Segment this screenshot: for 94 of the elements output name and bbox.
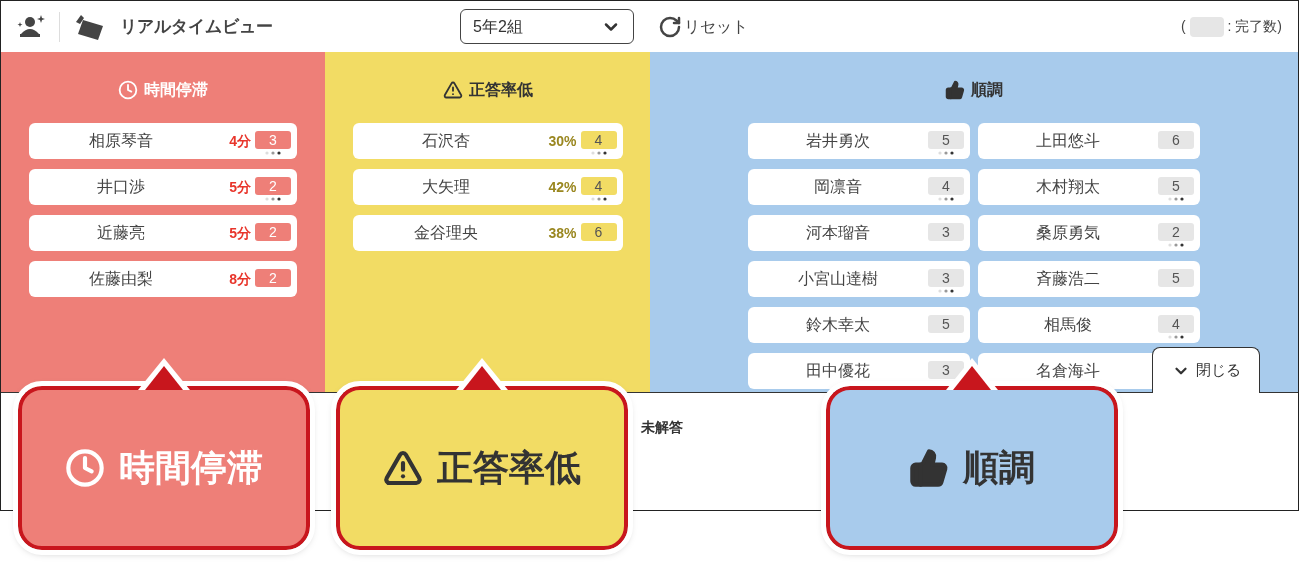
student-name: 大矢理 — [420, 177, 471, 197]
student-name: 上田悠斗 — [1035, 131, 1101, 151]
completed-count: 3 — [928, 361, 964, 379]
student-card[interactable]: 大矢理 42% 4 — [352, 169, 623, 205]
progress-dots-icon — [938, 197, 954, 201]
student-name: 井口渉 — [96, 177, 146, 197]
progress-dots-icon — [265, 151, 281, 155]
stall-metric: 5分 — [228, 224, 252, 243]
progress-dots-icon — [265, 197, 281, 201]
student-card[interactable]: 岡凛音 4 — [748, 169, 970, 205]
stall-metric: 30% — [547, 132, 578, 151]
progress-dots-icon — [938, 289, 954, 293]
stall-metric: 5分 — [228, 178, 252, 197]
completed-count: 2 — [1158, 223, 1194, 241]
completed-count: 6 — [1158, 131, 1194, 149]
completed-count: 3 — [255, 131, 291, 149]
thumbs-up-icon — [945, 80, 965, 100]
stall-metric: 42% — [547, 178, 578, 197]
unanswered-label: 未解答 — [641, 419, 683, 435]
student-name: 石沢杏 — [420, 131, 471, 151]
student-card[interactable]: 相馬俊 4 — [978, 307, 1200, 343]
reset-button[interactable]: リセット — [658, 14, 748, 39]
stall-metric: 38% — [547, 224, 578, 243]
stall-metric: 4分 — [228, 132, 252, 151]
student-name: 小宮山達樹 — [797, 269, 879, 289]
student-card[interactable]: 井口渉 5分 2 — [29, 169, 297, 205]
tag-icon — [74, 13, 106, 40]
student-card[interactable]: 河本瑠音 3 — [748, 215, 970, 251]
legend-label: : 完了数) — [1227, 17, 1282, 36]
class-select[interactable]: 5年2組 — [460, 9, 634, 44]
student-name: 鈴木幸太 — [805, 315, 871, 335]
column-title: 順調 — [971, 80, 1003, 100]
progress-dots-icon — [1168, 335, 1184, 339]
student-card[interactable]: 斉藤浩二 5 — [978, 261, 1200, 297]
close-tab[interactable]: 閉じる — [1152, 347, 1260, 393]
completed-count: 5 — [1158, 177, 1194, 195]
completed-count: 5 — [928, 315, 964, 333]
student-name: 木村翔太 — [1035, 177, 1101, 197]
legend-swatch — [1189, 16, 1224, 37]
student-card[interactable]: 相原琴音 4分 3 — [29, 123, 297, 159]
student-name: 斉藤浩二 — [1035, 269, 1101, 289]
completed-count: 5 — [928, 131, 964, 149]
progress-dots-icon — [1168, 197, 1184, 201]
student-card[interactable]: 近藤亮 5分 2 — [29, 215, 297, 251]
progress-dots-icon — [938, 151, 954, 155]
callout-label: 順調 — [963, 446, 1035, 490]
student-name: 相原琴音 — [88, 131, 154, 151]
callout-label: 正答率低 — [437, 446, 581, 490]
teacher-icon[interactable] — [17, 13, 45, 40]
student-card[interactable]: 石沢杏 30% 4 — [352, 123, 623, 159]
clock-icon — [65, 448, 105, 488]
student-name: 岩井勇次 — [805, 131, 871, 151]
student-name: 名倉海斗 — [1035, 361, 1101, 381]
completed-count: 5 — [1158, 269, 1194, 287]
legend-paren: ( — [1180, 17, 1186, 36]
student-name: 佐藤由梨 — [88, 269, 154, 289]
student-card[interactable]: 金谷理央 38% 6 — [352, 215, 623, 251]
stall-metric: 8分 — [228, 270, 252, 289]
student-name: 金谷理央 — [412, 223, 479, 243]
column-title: 正答率低 — [468, 80, 533, 100]
completed-count: 2 — [255, 269, 291, 287]
page-title: リアルタイムビュー — [120, 15, 274, 38]
student-card[interactable]: 上田悠斗 6 — [978, 123, 1200, 159]
thumbs-up-icon — [909, 448, 949, 488]
student-name: 田中優花 — [805, 361, 871, 381]
reset-icon — [658, 14, 682, 39]
student-name: 桑原勇気 — [1035, 223, 1101, 243]
completed-count: 2 — [255, 223, 291, 241]
completed-count: 4 — [580, 131, 617, 149]
student-card[interactable]: 小宮山達樹 3 — [748, 261, 970, 297]
completed-count: 6 — [580, 223, 617, 241]
student-name: 近藤亮 — [96, 223, 146, 243]
warning-icon — [442, 80, 463, 100]
student-card[interactable]: 鈴木幸太 5 — [748, 307, 970, 343]
student-name: 岡凛音 — [813, 177, 863, 197]
completed-count: 3 — [928, 269, 964, 287]
student-card[interactable]: 木村翔太 5 — [978, 169, 1200, 205]
completed-count: 4 — [580, 177, 617, 195]
completed-count: 4 — [928, 177, 964, 195]
completed-count: 3 — [928, 223, 964, 241]
student-name: 相馬俊 — [1043, 315, 1093, 335]
completed-count: 4 — [1158, 315, 1194, 333]
student-card[interactable]: 桑原勇気 2 — [978, 215, 1200, 251]
progress-dots-icon — [590, 197, 607, 201]
column-title: 時間停滞 — [144, 80, 208, 100]
completed-count: 2 — [255, 177, 291, 195]
warning-icon — [383, 448, 423, 488]
progress-dots-icon — [590, 151, 607, 155]
callout-label: 時間停滞 — [119, 446, 263, 490]
student-name: 河本瑠音 — [805, 223, 871, 243]
clock-icon — [118, 80, 138, 100]
progress-dots-icon — [1168, 243, 1184, 247]
student-card[interactable]: 佐藤由梨 8分 2 — [29, 261, 297, 297]
student-card[interactable]: 岩井勇次 5 — [748, 123, 970, 159]
